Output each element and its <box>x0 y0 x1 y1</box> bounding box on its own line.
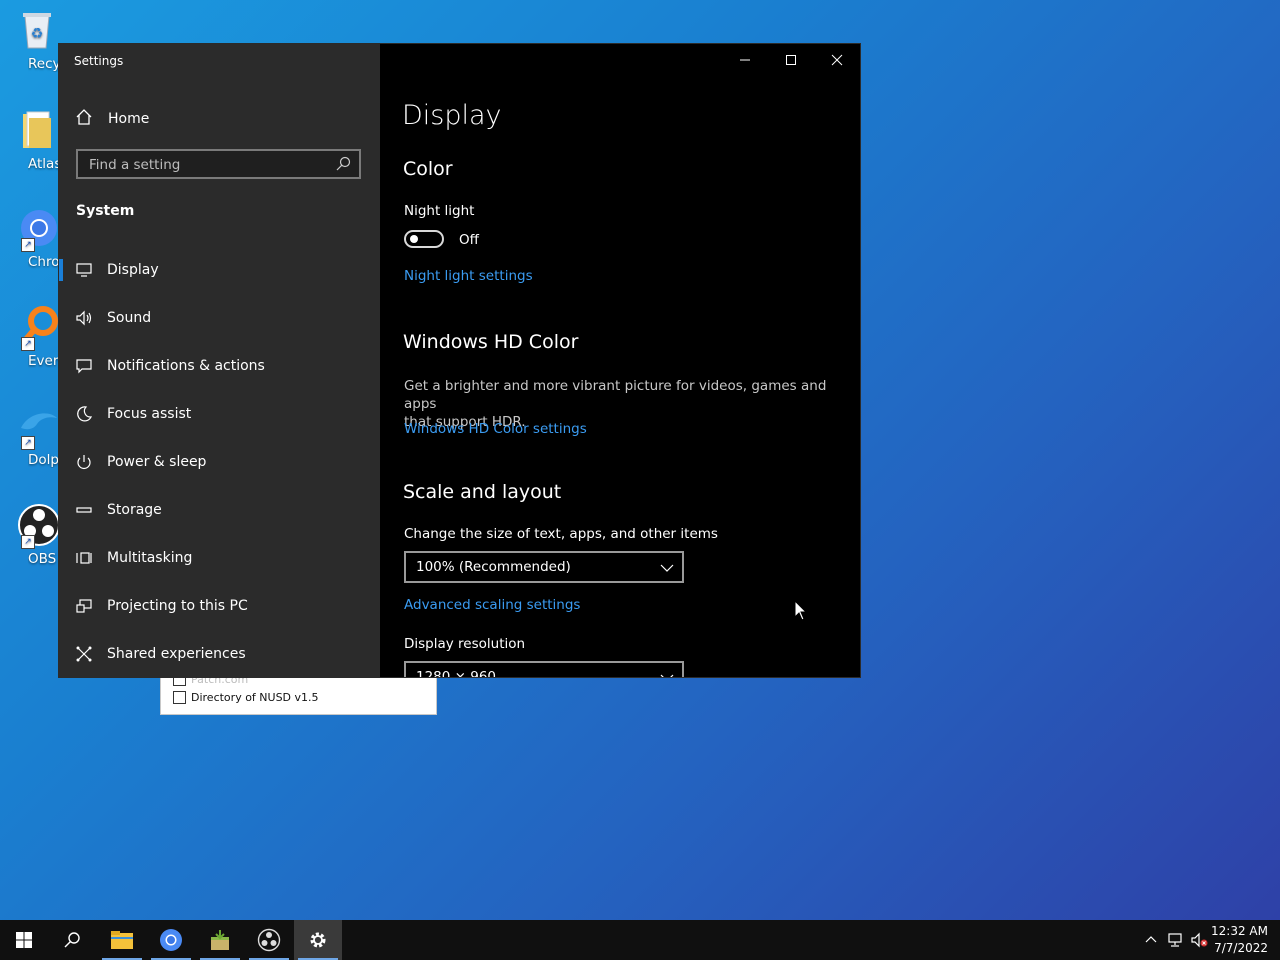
background-list-popup: Patch.com Directory of NUSD v1.5 <box>160 673 437 715</box>
resolution-value: 1280 × 960 <box>416 669 497 677</box>
color-heading: Color <box>403 158 453 180</box>
list-item[interactable]: Directory of NUSD v1.5 <box>173 691 319 704</box>
svg-text:♻: ♻ <box>31 26 44 42</box>
speaker-icon <box>75 309 93 327</box>
taskbar-obs[interactable] <box>245 920 293 960</box>
resolution-dropdown[interactable]: 1280 × 960 <box>404 661 684 677</box>
projector-icon <box>75 597 93 615</box>
taskbar-archive-app[interactable] <box>196 920 244 960</box>
search-box[interactable] <box>76 149 361 179</box>
list-item-label: Directory of NUSD v1.5 <box>191 691 319 704</box>
shortcut-arrow-icon: ↗ <box>21 436 35 450</box>
storage-icon <box>75 501 93 519</box>
nav-item-power-sleep[interactable]: Power & sleep <box>59 438 380 486</box>
nav-item-label: Sound <box>107 310 152 326</box>
tray-network-button[interactable] <box>1164 920 1186 960</box>
package-icon <box>211 930 229 950</box>
shortcut-arrow-icon: ↗ <box>21 535 35 549</box>
gear-icon <box>310 932 326 948</box>
search-input[interactable] <box>87 156 336 174</box>
recycle-bin-icon: ♻ <box>15 8 59 52</box>
nav-list: Display Sound Notifications & actions Fo… <box>59 246 380 677</box>
nav-item-label: Projecting to this PC <box>107 598 248 614</box>
nav-item-label: Shared experiences <box>107 646 246 662</box>
folder-icon <box>15 108 59 152</box>
scale-value: 100% (Recommended) <box>416 559 571 575</box>
chevron-down-icon <box>660 564 674 572</box>
moon-icon <box>75 405 93 423</box>
taskbar: 12:32 AM 7/7/2022 <box>0 920 1280 960</box>
nav-item-label: Multitasking <box>107 550 193 566</box>
hd-color-heading: Windows HD Color <box>403 331 579 353</box>
window-title: Settings <box>74 54 124 68</box>
scale-label: Change the size of text, apps, and other… <box>404 526 718 542</box>
taskbar-clock[interactable]: 12:32 AM 7/7/2022 <box>1211 923 1268 957</box>
power-icon <box>75 453 93 471</box>
network-icon <box>1168 933 1182 947</box>
nav-item-shared-experiences[interactable]: Shared experiences <box>59 630 380 677</box>
settings-content: Display Color Night light Off Night ligh… <box>380 44 860 677</box>
desktop-icon-label: Atlas <box>28 156 62 172</box>
folder-icon <box>111 931 133 949</box>
nav-item-multitasking[interactable]: Multitasking <box>59 534 380 582</box>
shortcut-arrow-icon: ↗ <box>21 238 35 252</box>
nav-item-display[interactable]: Display <box>59 246 380 294</box>
nav-item-label: Display <box>107 262 159 278</box>
page-title: Display <box>402 100 502 131</box>
scale-dropdown[interactable]: 100% (Recommended) <box>404 551 684 583</box>
search-icon[interactable] <box>335 156 351 172</box>
obs-icon: ↗ <box>15 503 60 549</box>
nav-item-label: Storage <box>107 502 162 518</box>
taskbar-file-explorer[interactable] <box>98 920 146 960</box>
start-button[interactable] <box>0 920 48 960</box>
night-light-state: Off <box>459 232 479 248</box>
chevron-up-icon <box>1145 936 1157 943</box>
nav-home-label: Home <box>108 111 150 127</box>
monitor-icon <box>75 261 93 279</box>
clock-date: 7/7/2022 <box>1214 941 1268 955</box>
nav-item-sound[interactable]: Sound <box>59 294 380 342</box>
magnifier-icon: ↗ <box>15 305 59 351</box>
nav-item-label: Notifications & actions <box>107 358 265 374</box>
settings-window: Settings Home System Display Sound <box>59 44 860 677</box>
notification-icon <box>75 357 93 375</box>
taskbar-search-button[interactable] <box>48 920 96 960</box>
chromium-icon <box>160 929 182 951</box>
share-icon <box>75 645 93 663</box>
advanced-scaling-link[interactable]: Advanced scaling settings <box>404 597 580 613</box>
dolphin-icon: ↗ <box>15 404 59 450</box>
nav-item-focus-assist[interactable]: Focus assist <box>59 390 380 438</box>
checkbox[interactable] <box>173 691 186 704</box>
volume-muted-icon <box>1191 932 1208 948</box>
nav-item-projecting[interactable]: Projecting to this PC <box>59 582 380 630</box>
mouse-cursor-icon <box>794 600 808 621</box>
home-icon <box>75 108 93 130</box>
chevron-down-icon <box>660 674 674 677</box>
hd-color-settings-link[interactable]: Windows HD Color settings <box>404 421 587 437</box>
nav-item-label: Power & sleep <box>107 454 207 470</box>
nav-item-storage[interactable]: Storage <box>59 486 380 534</box>
night-light-toggle[interactable] <box>404 230 444 248</box>
shortcut-arrow-icon: ↗ <box>21 337 35 351</box>
clock-time: 12:32 AM <box>1211 924 1268 938</box>
taskbar-settings[interactable] <box>294 920 342 960</box>
night-light-settings-link[interactable]: Night light settings <box>404 268 533 284</box>
taskbar-chromium[interactable] <box>147 920 195 960</box>
resolution-label: Display resolution <box>404 636 526 652</box>
tray-overflow-button[interactable] <box>1140 920 1162 960</box>
nav-home[interactable]: Home <box>75 108 149 130</box>
scale-layout-heading: Scale and layout <box>403 481 562 503</box>
section-header: System <box>76 203 135 219</box>
chromium-icon: ↗ <box>15 206 59 252</box>
settings-sidebar: Settings Home System Display Sound <box>59 44 380 677</box>
obs-icon <box>257 928 281 952</box>
nav-item-notifications[interactable]: Notifications & actions <box>59 342 380 390</box>
multitasking-icon <box>75 549 93 567</box>
search-icon <box>64 932 80 948</box>
night-light-label: Night light <box>404 203 475 219</box>
windows-logo-icon <box>16 932 32 948</box>
tray-volume-button[interactable] <box>1188 920 1210 960</box>
nav-item-label: Focus assist <box>107 406 192 422</box>
